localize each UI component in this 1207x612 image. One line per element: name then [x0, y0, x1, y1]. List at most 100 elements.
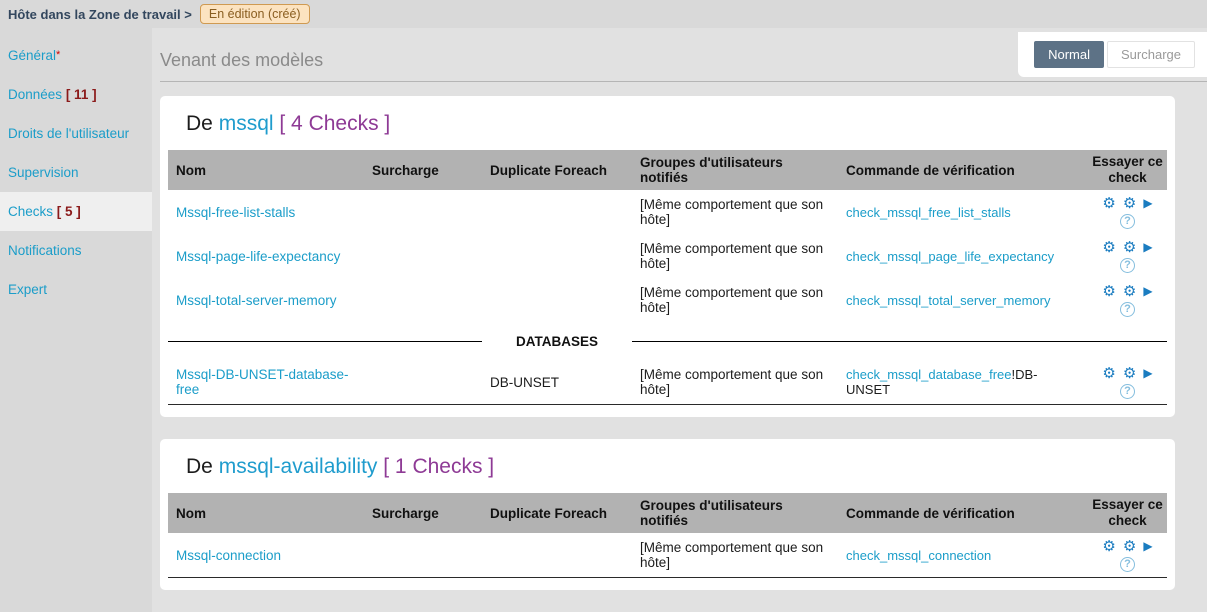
main-panel: Normal Surcharge Venant des modèles De m… — [152, 28, 1207, 612]
check-name-link[interactable]: Mssql-free-list-stalls — [168, 200, 364, 225]
col-duplicate-foreach: Duplicate Foreach — [482, 501, 632, 526]
command-link[interactable]: check_mssql_database_free — [846, 367, 1012, 382]
foreach-cell: DB-UNSET — [482, 370, 632, 395]
sidebar-item-label: Expert — [8, 282, 47, 297]
required-asterisk: * — [56, 49, 60, 61]
app-root: Hôte dans la Zone de travail > En éditio… — [0, 0, 1207, 612]
foreach-cell — [482, 550, 632, 560]
command-cell: check_mssql_page_life_expectancy — [838, 244, 1088, 269]
col-groups: Groupes d'utilisateurs notifiés — [632, 493, 838, 533]
try-check-cell: ⚙ ⚙ ▶ ? — [1088, 280, 1167, 321]
command-link[interactable]: check_mssql_free_list_stalls — [846, 205, 1011, 220]
card-check-count: [ 1 Checks ] — [383, 455, 494, 478]
command-cell: check_mssql_database_free!DB-UNSET — [838, 362, 1088, 402]
help-icon[interactable]: ? — [1120, 302, 1135, 317]
breadcrumb: Hôte dans la Zone de travail > — [8, 7, 192, 22]
command-cell: check_mssql_connection — [838, 543, 1088, 568]
sidebar-item-notifications[interactable]: Notifications — [0, 231, 152, 270]
surcharge-cell — [364, 251, 482, 261]
col-groups: Groupes d'utilisateurs notifiés — [632, 150, 838, 190]
checks-table: Nom Surcharge Duplicate Foreach Groupes … — [168, 493, 1167, 578]
help-icon[interactable]: ? — [1120, 258, 1135, 273]
command-cell: check_mssql_free_list_stalls — [838, 200, 1088, 225]
notified-groups-cell: [Même comportement que son hôte] — [632, 236, 838, 276]
sidebar-item-label: Données — [8, 87, 62, 102]
surcharge-cell — [364, 295, 482, 305]
item-count: [ 11 ] — [66, 87, 97, 102]
sidebar: Général* Données [ 11 ] Droits de l'util… — [0, 28, 152, 612]
surcharge-cell — [364, 377, 482, 387]
try-check-cell: ⚙ ⚙ ▶ ? — [1088, 192, 1167, 233]
foreach-cell — [482, 251, 632, 261]
table-row: Mssql-DB-UNSET-database-free DB-UNSET [M… — [168, 360, 1167, 404]
sidebar-item-label: Supervision — [8, 165, 79, 180]
card-title: De mssql [ 4 Checks ] — [186, 112, 1157, 136]
col-nom: Nom — [168, 501, 364, 526]
sidebar-item-label: Checks — [8, 204, 53, 219]
gear-icon[interactable]: ⚙ — [1102, 284, 1115, 299]
check-name-link[interactable]: Mssql-total-server-memory — [168, 288, 364, 313]
gear-sync-icon[interactable]: ⚙ — [1123, 240, 1136, 255]
gear-sync-icon[interactable]: ⚙ — [1123, 539, 1136, 554]
gear-sync-icon[interactable]: ⚙ — [1123, 196, 1136, 211]
gear-icon[interactable]: ⚙ — [1102, 539, 1115, 554]
try-check-cell: ⚙ ⚙ ▶ ? — [1088, 362, 1167, 403]
play-icon[interactable]: ▶ — [1143, 367, 1152, 379]
play-icon[interactable]: ▶ — [1143, 540, 1152, 552]
card-title-prefix: De — [186, 112, 213, 135]
foreach-cell — [482, 207, 632, 217]
command-link[interactable]: check_mssql_page_life_expectancy — [846, 249, 1054, 264]
command-link[interactable]: check_mssql_total_server_memory — [846, 293, 1050, 308]
col-surcharge: Surcharge — [364, 501, 482, 526]
col-try-check: Essayer ce check — [1088, 494, 1167, 532]
help-icon[interactable]: ? — [1120, 214, 1135, 229]
item-count: [ 5 ] — [57, 204, 81, 219]
col-duplicate-foreach: Duplicate Foreach — [482, 158, 632, 183]
gear-icon[interactable]: ⚙ — [1102, 196, 1115, 211]
check-name-link[interactable]: Mssql-DB-UNSET-database-free — [168, 362, 364, 402]
check-name-link[interactable]: Mssql-page-life-expectancy — [168, 244, 364, 269]
mode-toggle: Normal Surcharge — [1018, 32, 1207, 77]
gear-sync-icon[interactable]: ⚙ — [1123, 366, 1136, 381]
divider-line — [632, 341, 1167, 342]
notified-groups-cell: [Même comportement que son hôte] — [632, 280, 838, 320]
sidebar-item-checks[interactable]: Checks [ 5 ] — [0, 192, 152, 231]
sidebar-item-supervision[interactable]: Supervision — [0, 153, 152, 192]
col-nom: Nom — [168, 158, 364, 183]
help-icon[interactable]: ? — [1120, 384, 1135, 399]
check-name-link[interactable]: Mssql-connection — [168, 543, 364, 568]
table-row: Mssql-connection [Même comportement que … — [168, 533, 1167, 577]
play-icon[interactable]: ▶ — [1143, 285, 1152, 297]
gear-icon[interactable]: ⚙ — [1102, 366, 1115, 381]
play-icon[interactable]: ▶ — [1143, 197, 1152, 209]
normal-button[interactable]: Normal — [1034, 41, 1104, 68]
gear-sync-icon[interactable]: ⚙ — [1123, 284, 1136, 299]
play-icon[interactable]: ▶ — [1143, 241, 1152, 253]
surcharge-cell — [364, 550, 482, 560]
notified-groups-cell: [Même comportement que son hôte] — [632, 192, 838, 232]
col-command: Commande de vérification — [838, 501, 1088, 526]
help-icon[interactable]: ? — [1120, 557, 1135, 572]
card-check-count: [ 4 Checks ] — [279, 112, 390, 135]
surcharge-button[interactable]: Surcharge — [1107, 41, 1195, 68]
table-header: Nom Surcharge Duplicate Foreach Groupes … — [168, 493, 1167, 533]
sidebar-item-label: Général — [8, 48, 56, 63]
template-link[interactable]: mssql-availability — [219, 455, 378, 478]
checks-card-mssql-availability: De mssql-availability [ 1 Checks ] Nom S… — [160, 439, 1175, 590]
sidebar-item-general[interactable]: Général* — [0, 36, 152, 75]
command-cell: check_mssql_total_server_memory — [838, 288, 1088, 313]
template-link[interactable]: mssql — [219, 112, 274, 135]
gear-icon[interactable]: ⚙ — [1102, 240, 1115, 255]
command-link[interactable]: check_mssql_connection — [846, 548, 991, 563]
sidebar-item-expert[interactable]: Expert — [0, 270, 152, 309]
table-header: Nom Surcharge Duplicate Foreach Groupes … — [168, 150, 1167, 190]
card-title-prefix: De — [186, 455, 213, 478]
sidebar-item-label: Droits de l'utilisateur — [8, 126, 129, 141]
surcharge-cell — [364, 207, 482, 217]
table-row: Mssql-page-life-expectancy [Même comport… — [168, 234, 1167, 278]
col-try-check: Essayer ce check — [1088, 151, 1167, 189]
table-row: Mssql-free-list-stalls [Même comportemen… — [168, 190, 1167, 234]
sidebar-item-donnees[interactable]: Données [ 11 ] — [0, 75, 152, 114]
sidebar-item-droits[interactable]: Droits de l'utilisateur — [0, 114, 152, 153]
databases-divider: DATABASES — [168, 322, 1167, 360]
